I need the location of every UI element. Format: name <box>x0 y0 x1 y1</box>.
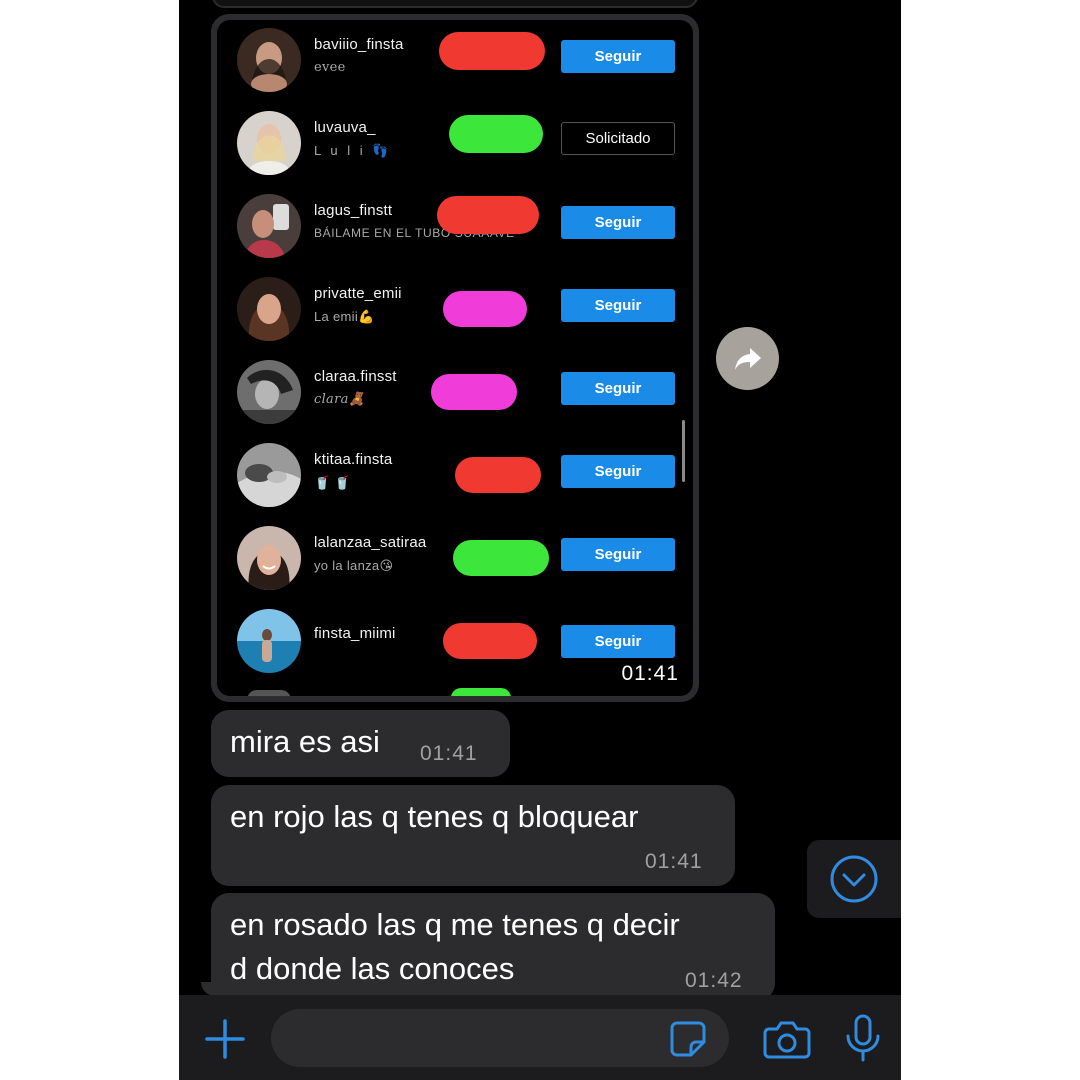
camera-icon <box>763 1021 811 1059</box>
user-row: luvauva_ L u l i 👣 Solicitado <box>217 103 693 186</box>
shared-screenshot[interactable]: baviiio_finsta evee Seguir luvauva_ L u … <box>217 20 693 696</box>
user-avatar <box>237 443 301 507</box>
user-row: lagus_finstt BÁILAME EN EL TUBO SUAAAVE … <box>217 186 693 269</box>
follow-button[interactable]: Seguir <box>561 40 675 73</box>
username: claraa.finsst <box>314 368 397 385</box>
message-bubble[interactable]: en rojo las q tenes q bloquear 01:41 <box>211 785 735 886</box>
requested-button[interactable]: Solicitado <box>561 122 675 155</box>
next-row-peek <box>217 688 693 696</box>
user-bio: La emii💪 <box>314 309 375 324</box>
chat-screen: baviiio_finsta evee Seguir luvauva_ L u … <box>179 0 901 1080</box>
follow-button[interactable]: Seguir <box>561 289 675 322</box>
follow-button[interactable]: Seguir <box>561 206 675 239</box>
message-input-bar <box>179 995 901 1080</box>
red-marker <box>443 623 537 659</box>
message-text: mira es asi <box>230 724 380 759</box>
follow-button[interactable]: Seguir <box>561 372 675 405</box>
user-avatar <box>237 609 301 673</box>
user-bio: clara🧸 <box>314 392 366 407</box>
user-bio: L u l i 👣 <box>314 143 392 158</box>
red-marker <box>437 196 539 234</box>
user-avatar <box>237 111 301 175</box>
camera-button[interactable] <box>763 1017 811 1061</box>
share-arrow-icon <box>734 347 761 370</box>
bubble-tail <box>201 982 221 996</box>
message-timestamp: 01:41 <box>420 742 478 765</box>
microphone-icon <box>846 1014 880 1062</box>
message-text-line-1: en rosado las q me tenes q decir <box>230 907 680 942</box>
red-marker <box>439 32 545 70</box>
image-timestamp: 01:41 <box>621 662 679 685</box>
user-row: lalanzaa_satiraa yo la lanza😘 Seguir <box>217 518 693 601</box>
plus-icon <box>205 1019 245 1059</box>
pink-marker <box>431 374 517 410</box>
user-row: claraa.finsst clara🧸 Seguir <box>217 352 693 435</box>
follow-button[interactable]: Seguir <box>561 538 675 571</box>
user-bio: evee <box>314 60 346 75</box>
user-avatar <box>237 526 301 590</box>
message-text-line-2: d donde las conoces <box>230 951 515 986</box>
username: lagus_finstt <box>314 202 393 219</box>
username: lalanzaa_satiraa <box>314 534 427 551</box>
user-row: ktitaa.finsta 🥤 🥤 Seguir <box>217 435 693 518</box>
user-bio: yo la lanza😘 <box>314 558 394 573</box>
message-input[interactable] <box>271 1009 729 1067</box>
chevron-down-icon <box>830 855 878 903</box>
username: finsta_miimi <box>314 625 396 642</box>
follow-button[interactable]: Seguir <box>561 455 675 488</box>
user-avatar <box>237 194 301 258</box>
previous-message-bubble <box>212 0 698 8</box>
message-text: en rojo las q tenes q bloquear <box>230 799 639 834</box>
user-row: baviiio_finsta evee Seguir <box>217 20 693 103</box>
red-marker <box>455 457 541 493</box>
user-row: privatte_emii La emii💪 Seguir <box>217 269 693 352</box>
user-bio: 🥤 🥤 <box>314 475 351 490</box>
forward-button[interactable] <box>716 327 779 390</box>
user-avatar <box>237 28 301 92</box>
shared-image-bubble[interactable]: baviiio_finsta evee Seguir luvauva_ L u … <box>211 14 699 702</box>
attach-button[interactable] <box>201 1015 249 1063</box>
message-timestamp: 01:42 <box>685 969 743 992</box>
green-marker <box>449 115 543 153</box>
user-avatar <box>237 277 301 341</box>
user-avatar <box>237 360 301 424</box>
pink-marker <box>443 291 527 327</box>
follow-button[interactable]: Seguir <box>561 625 675 658</box>
message-bubble[interactable]: mira es asi 01:41 <box>211 710 510 777</box>
username: privatte_emii <box>314 285 402 302</box>
scroll-indicator <box>682 420 685 482</box>
message-timestamp: 01:41 <box>645 850 703 873</box>
username: baviiio_finsta <box>314 36 404 53</box>
scroll-to-bottom-button[interactable] <box>807 840 901 918</box>
green-marker <box>453 540 549 576</box>
sticker-icon <box>670 1021 706 1057</box>
microphone-button[interactable] <box>843 1013 883 1063</box>
username: ktitaa.finsta <box>314 451 393 468</box>
sticker-button[interactable] <box>669 1020 707 1058</box>
message-bubble[interactable]: en rosado las q me tenes q decir d donde… <box>211 893 775 1001</box>
username: luvauva_ <box>314 119 376 136</box>
